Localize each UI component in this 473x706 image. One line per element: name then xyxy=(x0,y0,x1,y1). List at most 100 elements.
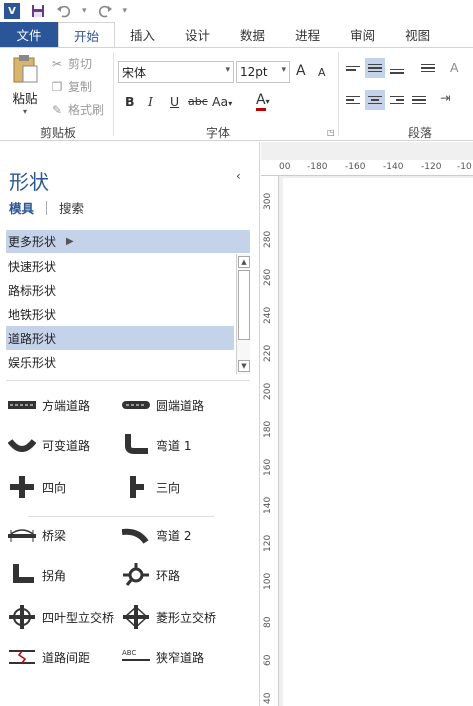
panel-tabs: 模具 搜索 xyxy=(9,198,84,217)
text-size-icon[interactable]: A xyxy=(450,60,459,75)
font-group-label: 字体 xyxy=(206,126,231,140)
shape-cloverleaf[interactable]: 四叶型立交桥 xyxy=(8,605,114,629)
shapes-panel: 形状 ‹ 模具 搜索 更多形状 ▶ 快速形状 路标形状 地铁形状 道路形状 娱乐… xyxy=(0,142,260,706)
redo-icon[interactable] xyxy=(97,3,113,19)
ruler-tick: 00 xyxy=(279,162,291,172)
shape-round-end-road[interactable]: 圆端道路 xyxy=(122,394,204,416)
visio-app-icon[interactable]: V xyxy=(4,3,20,19)
shrink-font-button[interactable]: A xyxy=(318,66,326,79)
font-color-label: A xyxy=(256,92,266,111)
stencil-item[interactable]: 道路形状 xyxy=(6,326,234,350)
strikethrough-button[interactable]: abc xyxy=(188,95,208,108)
align-left-icon[interactable] xyxy=(343,90,363,110)
ruler-tick: 100 xyxy=(263,572,273,590)
tab-home[interactable]: 开始 xyxy=(58,22,116,48)
ribbon-tabs: 文件 开始 插入 设计 数据 进程 审阅 视图 xyxy=(0,22,473,48)
bold-button[interactable]: B xyxy=(125,94,135,109)
cut-label: 剪切 xyxy=(68,57,93,71)
chevron-down-icon[interactable]: ▾ xyxy=(225,65,230,75)
stencil-scrollbar[interactable]: ▲ ▼ xyxy=(236,254,250,374)
scroll-thumb[interactable] xyxy=(238,270,250,340)
change-case-button[interactable]: Aa▾ xyxy=(212,94,232,109)
customize-icon[interactable]: ▾ xyxy=(123,6,128,16)
shape-label: 环路 xyxy=(156,568,181,583)
undo-icon[interactable] xyxy=(56,3,72,19)
ruler-tick: 280 xyxy=(263,230,273,248)
format-painter-icon: ✎ xyxy=(51,102,63,117)
ruler-tick: 60 xyxy=(263,654,273,666)
shape-four-way[interactable]: 四向 xyxy=(8,476,66,498)
align-right-icon[interactable] xyxy=(387,90,407,110)
drawing-canvas[interactable]: 00 -180 -160 -140 -120 -10 300 280 260 2… xyxy=(261,142,473,706)
tab-insert[interactable]: 插入 xyxy=(115,22,170,47)
shape-curve-1[interactable]: 弯道 1 xyxy=(122,434,191,456)
shape-diamond-interchange[interactable]: 菱形立交桥 xyxy=(122,605,216,629)
shape-variable-road[interactable]: 可变道路 xyxy=(8,434,90,456)
corner-icon xyxy=(8,564,36,586)
scroll-up-icon[interactable]: ▲ xyxy=(238,256,250,268)
shape-three-way[interactable]: 三向 xyxy=(122,476,180,498)
shape-curve-2[interactable]: 弯道 2 xyxy=(122,524,191,546)
tab-review[interactable]: 审阅 xyxy=(335,22,390,47)
roundabout-icon xyxy=(122,563,150,586)
scroll-down-icon[interactable]: ▼ xyxy=(238,360,250,372)
paste-button[interactable]: 粘贴 ▾ xyxy=(8,54,42,116)
round-end-road-icon xyxy=(122,394,150,416)
chevron-down-icon[interactable]: ▾ xyxy=(281,65,286,75)
tab-design[interactable]: 设计 xyxy=(170,22,225,47)
cut-button[interactable]: ✂ 剪切 xyxy=(50,55,92,72)
drawing-page[interactable] xyxy=(283,178,473,706)
stencil-item[interactable]: 路标形状 xyxy=(6,278,234,302)
paste-label: 粘贴 xyxy=(12,91,38,106)
paste-dropdown-icon[interactable]: ▾ xyxy=(23,107,27,116)
shape-square-end-road[interactable]: 方端道路 xyxy=(8,394,90,416)
save-icon[interactable] xyxy=(30,3,46,19)
stencil-item[interactable]: 快速形状 xyxy=(6,254,234,278)
indent-icon[interactable]: ⇥ xyxy=(440,90,450,105)
ruler-tick: -140 xyxy=(383,162,404,172)
align-bottom-icon[interactable] xyxy=(387,58,407,78)
font-dialog-launcher-icon[interactable]: ◳ xyxy=(327,128,335,137)
font-size-value: 12pt xyxy=(240,65,268,79)
ruler-tick: 80 xyxy=(263,616,273,628)
shape-narrow-road[interactable]: ABC 狭窄道路 xyxy=(122,646,204,668)
tab-data[interactable]: 数据 xyxy=(225,22,280,47)
tab-process[interactable]: 进程 xyxy=(280,22,335,47)
stencil-item[interactable]: 娱乐形状 xyxy=(6,350,234,374)
tab-stencils[interactable]: 模具 xyxy=(9,198,34,217)
format-painter-button[interactable]: ✎ 格式刷 xyxy=(50,101,104,118)
tab-view[interactable]: 视图 xyxy=(390,22,445,47)
justify-icon[interactable] xyxy=(409,90,429,110)
shape-label: 弯道 2 xyxy=(156,528,192,543)
shape-corner[interactable]: 拐角 xyxy=(8,564,66,586)
copy-button[interactable]: ❐ 复制 xyxy=(50,78,92,95)
narrow-road-icon: ABC xyxy=(122,646,150,668)
undo-dropdown-icon[interactable]: ▾ xyxy=(82,6,87,16)
font-color-button[interactable]: A▾ xyxy=(256,92,270,111)
tab-divider xyxy=(46,200,48,215)
shape-road-spacing[interactable]: 道路间距 xyxy=(8,646,90,668)
font-size-combo[interactable]: 12pt ▾ xyxy=(236,61,290,83)
shape-roundabout[interactable]: 环路 xyxy=(122,563,181,586)
collapse-panel-icon[interactable]: ‹ xyxy=(236,169,241,183)
stencil-item[interactable]: 地铁形状 xyxy=(6,302,234,326)
divider xyxy=(28,516,214,517)
font-name-value: 宋体 xyxy=(122,65,147,80)
bridge-icon xyxy=(8,524,36,546)
underline-button[interactable]: U xyxy=(170,94,179,109)
align-center-icon[interactable] xyxy=(365,90,385,110)
shape-bridge[interactable]: 桥梁 xyxy=(8,524,66,546)
paragraph-group-label: 段落 xyxy=(408,126,433,140)
grow-font-button[interactable]: A xyxy=(296,63,306,79)
align-middle-icon[interactable] xyxy=(365,58,385,78)
variable-road-icon xyxy=(8,434,36,456)
ruler-tick: -160 xyxy=(345,162,366,172)
italic-button[interactable]: I xyxy=(148,94,153,109)
more-shapes-button[interactable]: 更多形状 ▶ xyxy=(6,230,250,253)
font-name-combo[interactable]: 宋体 ▾ xyxy=(118,61,234,83)
horizontal-ruler: 00 -180 -160 -140 -120 -10 xyxy=(261,160,473,176)
align-top-icon[interactable] xyxy=(343,58,363,78)
tab-search[interactable]: 搜索 xyxy=(59,198,84,217)
tab-file[interactable]: 文件 xyxy=(0,22,58,47)
bullets-icon[interactable] xyxy=(418,58,438,78)
